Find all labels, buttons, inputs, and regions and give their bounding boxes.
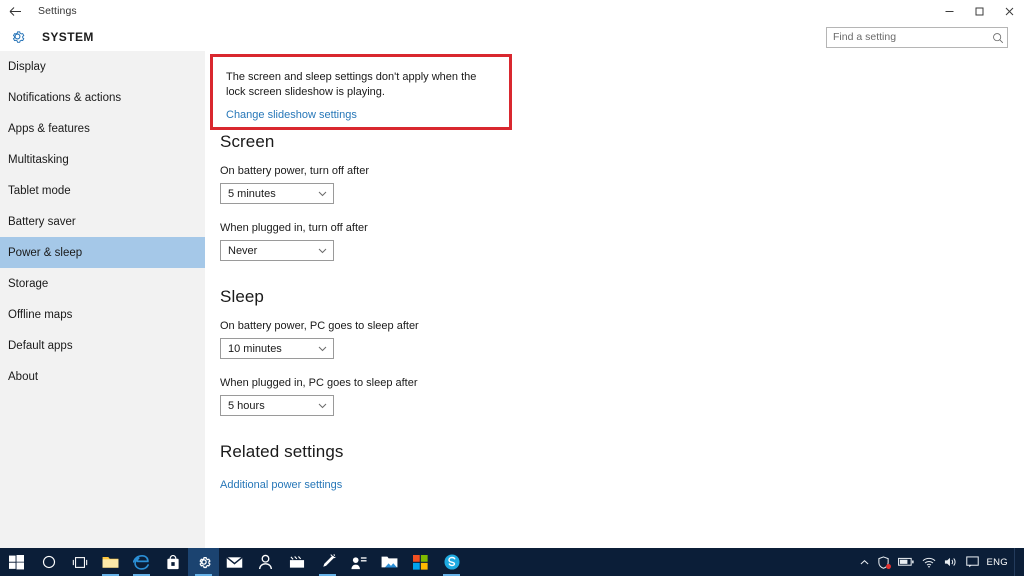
chevron-down-icon <box>318 396 327 415</box>
chevron-up-icon[interactable] <box>856 548 873 576</box>
sidebar-item-label: Multitasking <box>8 153 69 166</box>
chevron-down-icon <box>318 184 327 203</box>
sleep-section-title: Sleep <box>220 287 264 306</box>
notification-icon[interactable] <box>962 548 983 576</box>
screen-section-title: Screen <box>220 132 275 151</box>
chevron-down-icon <box>318 241 327 260</box>
sidebar-item-display[interactable]: Display <box>0 51 205 82</box>
system-tray: ENG <box>856 548 1020 576</box>
cortana-button[interactable] <box>33 548 64 576</box>
security-alert-badge <box>885 564 891 569</box>
minimize-button[interactable] <box>934 0 964 22</box>
page-header: SYSTEM <box>0 22 1024 51</box>
contacts-button[interactable] <box>343 548 374 576</box>
page-title: SYSTEM <box>42 29 94 44</box>
battery-icon[interactable] <box>894 548 918 576</box>
chevron-down-icon <box>318 339 327 358</box>
sleep-plugged-field: When plugged in, PC goes to sleep after … <box>220 377 419 416</box>
wifi-icon[interactable] <box>918 548 940 576</box>
sidebar-item-apps-features[interactable]: Apps & features <box>0 113 205 144</box>
file-explorer-button[interactable] <box>95 548 126 576</box>
lock-screen-notice: The screen and sleep settings don't appl… <box>210 54 512 130</box>
photos-button[interactable] <box>374 548 405 576</box>
sketch-button[interactable] <box>312 548 343 576</box>
notice-text: The screen and sleep settings don't appl… <box>226 71 477 98</box>
related-settings-section: Related settings Additional power settin… <box>220 442 344 493</box>
sidebar-item-label: Notifications & actions <box>8 91 122 104</box>
sidebar-item-default-apps[interactable]: Default apps <box>0 330 205 361</box>
taskbar: ENG <box>0 548 1024 576</box>
screen-battery-field: On battery power, turn off after 5 minut… <box>220 165 369 204</box>
sleep-battery-dropdown[interactable]: 10 minutes <box>220 338 334 359</box>
search-box[interactable] <box>826 27 1008 48</box>
screen-plugged-value: Never <box>228 244 258 257</box>
sidebar-item-label: Storage <box>8 277 49 290</box>
microsoft-store-button[interactable] <box>405 548 436 576</box>
screen-plugged-dropdown[interactable]: Never <box>220 240 334 261</box>
sidebar-item-power-sleep[interactable]: Power & sleep <box>0 237 205 268</box>
maximize-button[interactable] <box>964 0 994 22</box>
store-button[interactable] <box>157 548 188 576</box>
close-button[interactable] <box>994 0 1024 22</box>
edge-button[interactable] <box>126 548 157 576</box>
sidebar-item-storage[interactable]: Storage <box>0 268 205 299</box>
search-icon[interactable] <box>989 29 1007 46</box>
skype-button[interactable] <box>436 548 467 576</box>
sleep-plugged-label: When plugged in, PC goes to sleep after <box>220 377 418 389</box>
show-desktop-button[interactable] <box>1014 548 1020 576</box>
screen-battery-label: On battery power, turn off after <box>220 165 369 177</box>
back-button[interactable] <box>0 0 30 22</box>
sidebar-item-about[interactable]: About <box>0 361 205 392</box>
screen-plugged-field: When plugged in, turn off after Never <box>220 222 369 261</box>
additional-power-settings-link[interactable]: Additional power settings <box>220 479 342 491</box>
content-pane: The screen and sleep settings don't appl… <box>205 51 1024 548</box>
body-area: Display Notifications & actions Apps & f… <box>0 51 1024 548</box>
search-input[interactable] <box>827 29 989 46</box>
language-indicator[interactable]: ENG <box>983 557 1015 568</box>
settings-window: Settings SYSTEM Find a setting Display N… <box>0 0 1024 576</box>
sidebar-nav: Display Notifications & actions Apps & f… <box>0 51 205 548</box>
change-slideshow-settings-link[interactable]: Change slideshow settings <box>226 109 357 121</box>
screen-battery-dropdown[interactable]: 5 minutes <box>220 183 334 204</box>
sidebar-item-label: Default apps <box>8 339 73 352</box>
sleep-battery-label: On battery power, PC goes to sleep after <box>220 320 419 332</box>
speaker-icon[interactable] <box>940 548 962 576</box>
sidebar-item-multitasking[interactable]: Multitasking <box>0 144 205 175</box>
sleep-section: Sleep On battery power, PC goes to sleep… <box>220 287 419 434</box>
sleep-battery-value: 10 minutes <box>228 342 282 355</box>
sleep-plugged-dropdown[interactable]: 5 hours <box>220 395 334 416</box>
window-controls <box>934 0 1024 22</box>
gear-icon <box>8 28 26 46</box>
sidebar-item-label: Power & sleep <box>8 246 83 259</box>
sleep-plugged-value: 5 hours <box>228 399 265 412</box>
sidebar-item-label: Display <box>8 60 46 73</box>
sidebar-item-label: Apps & features <box>8 122 90 135</box>
sidebar-item-label: Battery saver <box>8 215 76 228</box>
security-shield-icon[interactable] <box>873 548 894 576</box>
sidebar-item-label: Offline maps <box>8 308 73 321</box>
sidebar-item-label: Tablet mode <box>8 184 71 197</box>
screen-battery-value: 5 minutes <box>228 187 276 200</box>
title-bar: Settings <box>0 0 1024 22</box>
related-settings-title: Related settings <box>220 442 344 461</box>
mail-button[interactable] <box>219 548 250 576</box>
sidebar-item-notifications-actions[interactable]: Notifications & actions <box>0 82 205 113</box>
start-button[interactable] <box>0 548 33 576</box>
screen-section: Screen On battery power, turn off after … <box>220 132 369 279</box>
sleep-battery-field: On battery power, PC goes to sleep after… <box>220 320 419 359</box>
people-button[interactable] <box>250 548 281 576</box>
sidebar-item-tablet-mode[interactable]: Tablet mode <box>0 175 205 206</box>
settings-button[interactable] <box>188 548 219 576</box>
sidebar-item-label: About <box>8 370 39 383</box>
window-title: Settings <box>38 5 77 17</box>
sidebar-item-battery-saver[interactable]: Battery saver <box>0 206 205 237</box>
screen-plugged-label: When plugged in, turn off after <box>220 222 368 234</box>
task-view-button[interactable] <box>64 548 95 576</box>
movies-button[interactable] <box>281 548 312 576</box>
sidebar-item-offline-maps[interactable]: Offline maps <box>0 299 205 330</box>
